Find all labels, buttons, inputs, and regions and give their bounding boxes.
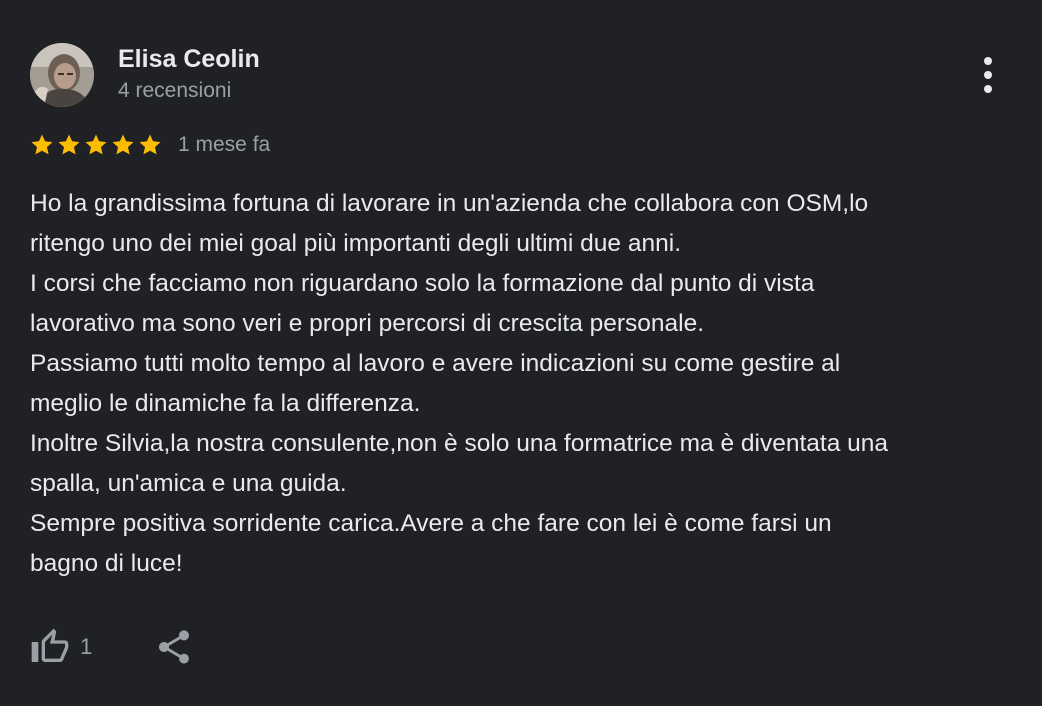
- like-button[interactable]: 1: [30, 627, 92, 667]
- review-text-line: Passiamo tutti molto tempo al lavoro e a…: [30, 350, 841, 377]
- star-icon: [85, 134, 107, 155]
- review-text-line: bagno di luce!: [30, 550, 183, 577]
- like-count: 1: [80, 634, 93, 659]
- more-options-button[interactable]: [970, 54, 1006, 96]
- author-name[interactable]: Elisa Ceolin: [118, 44, 260, 74]
- share-button[interactable]: [154, 627, 194, 667]
- star-icon: [58, 134, 80, 155]
- review-text-line: Sempre positiva sorridente carica.Avere …: [30, 510, 832, 537]
- star-rating: [30, 133, 162, 157]
- avatar[interactable]: [30, 43, 94, 107]
- review-text-line: meglio le dinamiche fa la differenza.: [30, 390, 421, 417]
- rating-row: 1 mese fa: [30, 130, 270, 160]
- review-text: Ho la grandissima fortuna di lavorare in…: [30, 184, 1020, 584]
- review-text-line: spalla, un'amica e una guida.: [30, 470, 347, 497]
- more-vert-icon: [984, 57, 992, 93]
- thumb-up-icon: [31, 628, 69, 662]
- review-actions: 1: [30, 624, 194, 670]
- review-text-line: Ho la grandissima fortuna di lavorare in…: [30, 190, 869, 217]
- review-text-line: lavorativo ma sono veri e propri percors…: [30, 310, 705, 337]
- review-card: Elisa Ceolin 4 recensioni 1 mese fa Ho l…: [0, 0, 1042, 706]
- share-icon: [159, 630, 190, 664]
- star-icon: [31, 134, 53, 155]
- review-text-line: Inoltre Silvia,la nostra consulente,non …: [30, 430, 889, 457]
- review-text-line: I corsi che facciamo non riguardano solo…: [30, 270, 815, 297]
- star-icon: [112, 134, 134, 155]
- author-review-count: 4 recensioni: [118, 79, 232, 102]
- review-text-line: ritengo uno dei miei goal più importanti…: [30, 230, 681, 257]
- star-icon: [139, 134, 161, 155]
- review-date: 1 mese fa: [178, 133, 271, 156]
- avatar-photo: [30, 43, 94, 107]
